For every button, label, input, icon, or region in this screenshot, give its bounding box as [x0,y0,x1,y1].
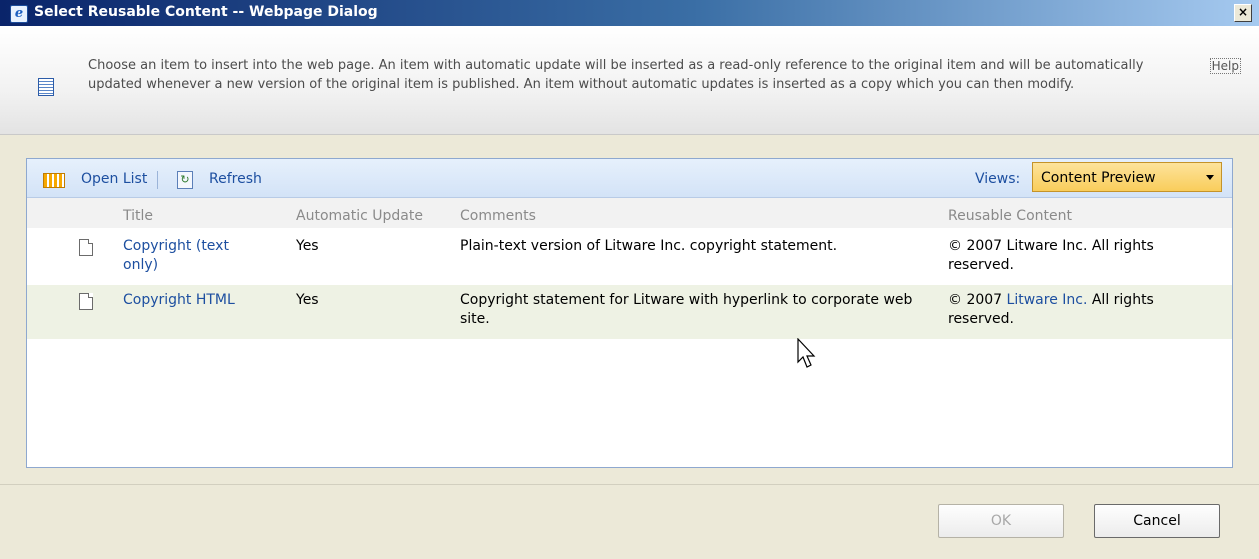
header-comments[interactable]: Comments [460,208,536,224]
help-icon[interactable]: Help [1209,58,1241,74]
mouse-cursor-icon [797,338,816,368]
dropdown-arrow-icon[interactable] [1206,175,1214,180]
window-title: Select Reusable Content -- Webpage Dialo… [34,4,378,20]
list-icon[interactable] [43,173,65,188]
cancel-button[interactable]: Cancel [1094,504,1220,538]
views-label: Views: [975,171,1021,187]
info-banner: Choose an item to insert into the web pa… [0,26,1259,135]
window-titlebar: e Select Reusable Content -- Webpage Dia… [0,0,1259,26]
document-list-icon [38,78,54,96]
row-title-link[interactable]: Copyright (text only) [123,237,263,275]
row-comments: Copyright statement for Litware with hyp… [460,292,913,327]
views-selected-value: Content Preview [1041,170,1156,186]
info-message: Choose an item to insert into the web pa… [88,58,1144,92]
ie-icon: e [10,5,28,23]
open-list-button[interactable]: Open List [81,171,147,187]
footer-divider [0,484,1259,485]
row-title-link[interactable]: Copyright HTML [123,291,263,310]
column-headers: Title Automatic Update Comments Reusable… [27,198,1232,228]
content-panel: Open List ↻ Refresh Views: Content Previ… [26,158,1233,468]
header-reusable-content[interactable]: Reusable Content [948,208,1072,224]
row-comments: Plain-text version of Litware Inc. copyr… [460,238,838,254]
reusable-text: © 2007 [948,292,1007,308]
close-icon[interactable]: × [1234,4,1252,22]
row-reusable-content: © 2007 Litware Inc. All rights reserved. [948,291,1198,329]
toolbar-separator [157,171,158,189]
views-dropdown[interactable]: Content Preview [1032,162,1222,192]
table-row[interactable]: Copyright (text only) Yes Plain-text ver… [27,231,1232,285]
refresh-button[interactable]: Refresh [209,171,262,187]
table-row[interactable]: Copyright HTML Yes Copyright statement f… [27,285,1232,339]
document-icon [79,239,93,256]
reusable-text: © 2007 Litware Inc. All rights reserved. [948,238,1154,273]
row-reusable-content: © 2007 Litware Inc. All rights reserved. [948,237,1198,275]
row-auto-update: Yes [296,238,319,254]
refresh-icon[interactable]: ↻ [177,171,193,189]
ok-button[interactable]: OK [938,504,1064,538]
header-automatic-update[interactable]: Automatic Update [296,208,423,224]
list-toolbar: Open List ↻ Refresh Views: Content Previ… [27,159,1232,198]
litware-link[interactable]: Litware Inc. [1007,292,1088,308]
row-auto-update: Yes [296,292,319,308]
header-title[interactable]: Title [123,208,153,224]
document-icon [79,293,93,310]
